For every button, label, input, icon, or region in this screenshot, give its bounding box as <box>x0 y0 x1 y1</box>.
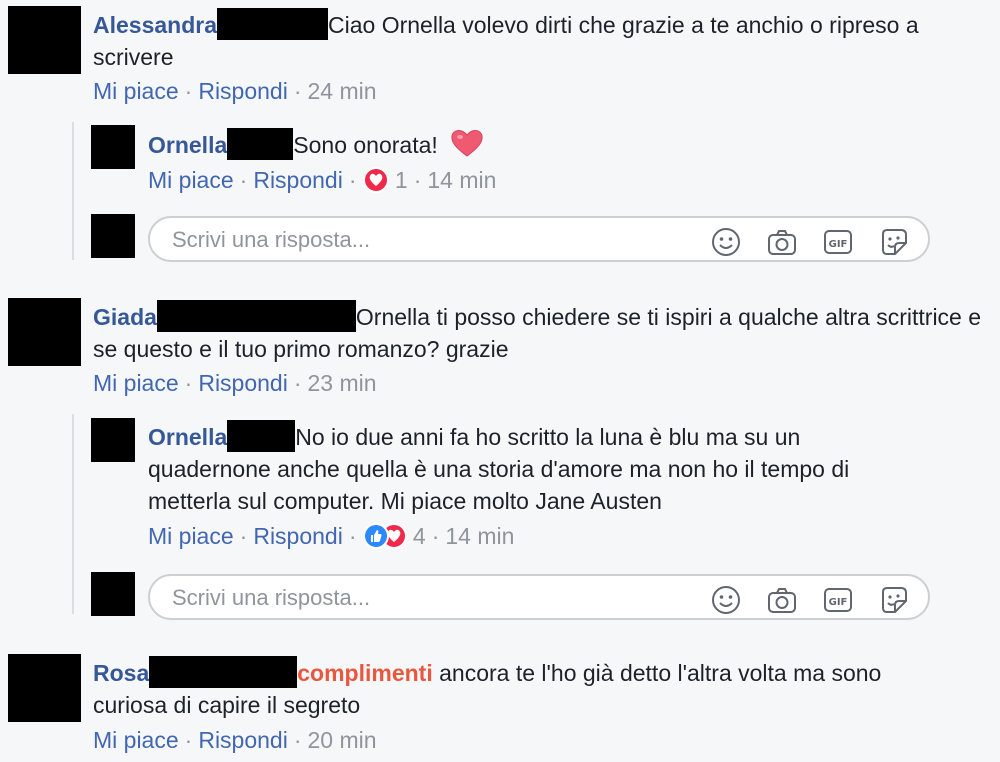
comment-actions: Mi piace · Rispondi · 20 min <box>93 727 377 753</box>
reply-actions: Mi piace · Rispondi · 4 · 14 min <box>148 523 515 549</box>
gif-icon[interactable]: GIF <box>822 226 854 258</box>
like-link[interactable]: Mi piace <box>148 523 234 549</box>
avatar[interactable] <box>8 654 81 722</box>
svg-text:GIF: GIF <box>829 239 848 250</box>
reply-input[interactable]: Scrivi una risposta... GIF <box>148 574 930 620</box>
like-link[interactable]: Mi piace <box>93 727 179 753</box>
reply-text: Sono onorata! <box>293 132 438 158</box>
comment-body: Rosa complimenti ancora te l'ho già detto… <box>93 656 953 721</box>
redacted-block <box>217 8 329 40</box>
thread-line <box>72 414 74 614</box>
comment-actions: Mi piace · Rispondi · 24 min <box>93 78 377 104</box>
like-link[interactable]: Mi piace <box>93 370 179 396</box>
heart-emoji-icon <box>451 130 483 157</box>
reaction-count: 4 <box>412 523 426 549</box>
comment-body: Giada Ornella ti posso chiedere se ti isp… <box>93 300 993 365</box>
avatar[interactable] <box>8 6 81 74</box>
like-link[interactable]: Mi piace <box>148 167 234 193</box>
reply-link[interactable]: Rispondi <box>253 523 343 549</box>
heart-reaction-icon <box>362 167 389 193</box>
emoji-icon[interactable] <box>710 226 742 258</box>
timestamp[interactable]: 24 min <box>308 78 377 104</box>
comment-author[interactable]: Giada <box>93 304 157 330</box>
reactions[interactable]: 1 <box>362 167 408 193</box>
redacted-block <box>149 656 298 688</box>
thread-line <box>72 122 74 260</box>
reply-link[interactable]: Rispondi <box>198 78 288 104</box>
camera-icon[interactable] <box>766 226 798 258</box>
avatar[interactable] <box>91 125 135 169</box>
highlighted-word: complimenti <box>297 660 433 686</box>
reply-body: Ornella No io due anni fa ho scritto la l… <box>148 420 908 517</box>
timestamp[interactable]: 14 min <box>427 167 496 193</box>
reply-body: Ornella Sono onorata! <box>148 128 948 161</box>
timestamp[interactable]: 20 min <box>308 727 377 753</box>
reply-input[interactable]: Scrivi una risposta... GIF <box>148 216 930 262</box>
emoji-icon[interactable] <box>710 584 742 616</box>
reaction-count: 1 <box>394 167 408 193</box>
comment-body: Alessandra Ciao Ornella volevo dirti che … <box>93 8 993 73</box>
svg-text:GIF: GIF <box>829 597 848 608</box>
comment-author[interactable]: Rosa <box>93 660 149 686</box>
comment-author[interactable]: Alessandra <box>93 12 217 38</box>
timestamp[interactable]: 23 min <box>308 370 377 396</box>
reply-link[interactable]: Rispondi <box>253 167 343 193</box>
comment-actions: Mi piace · Rispondi · 23 min <box>93 370 377 396</box>
timestamp[interactable]: 14 min <box>445 523 514 549</box>
like-reaction-icon <box>362 523 389 549</box>
reply-author[interactable]: Ornella <box>148 424 227 450</box>
like-link[interactable]: Mi piace <box>93 78 179 104</box>
gif-icon[interactable]: GIF <box>822 584 854 616</box>
avatar <box>91 572 135 616</box>
reply-author[interactable]: Ornella <box>148 132 227 158</box>
avatar[interactable] <box>8 298 81 366</box>
reply-placeholder: Scrivi una risposta... <box>172 227 371 252</box>
redacted-block <box>227 128 294 160</box>
reply-actions: Mi piace · Rispondi · 1 · 14 min <box>148 167 497 193</box>
reply-placeholder: Scrivi una risposta... <box>172 585 371 610</box>
reply-link[interactable]: Rispondi <box>198 727 288 753</box>
redacted-block <box>156 300 356 332</box>
sticker-icon[interactable] <box>878 584 910 616</box>
reactions[interactable]: 4 <box>362 523 426 549</box>
reply-link[interactable]: Rispondi <box>198 370 288 396</box>
sticker-icon[interactable] <box>878 226 910 258</box>
avatar[interactable] <box>91 418 135 462</box>
camera-icon[interactable] <box>766 584 798 616</box>
redacted-block <box>227 420 296 452</box>
avatar <box>91 214 135 258</box>
